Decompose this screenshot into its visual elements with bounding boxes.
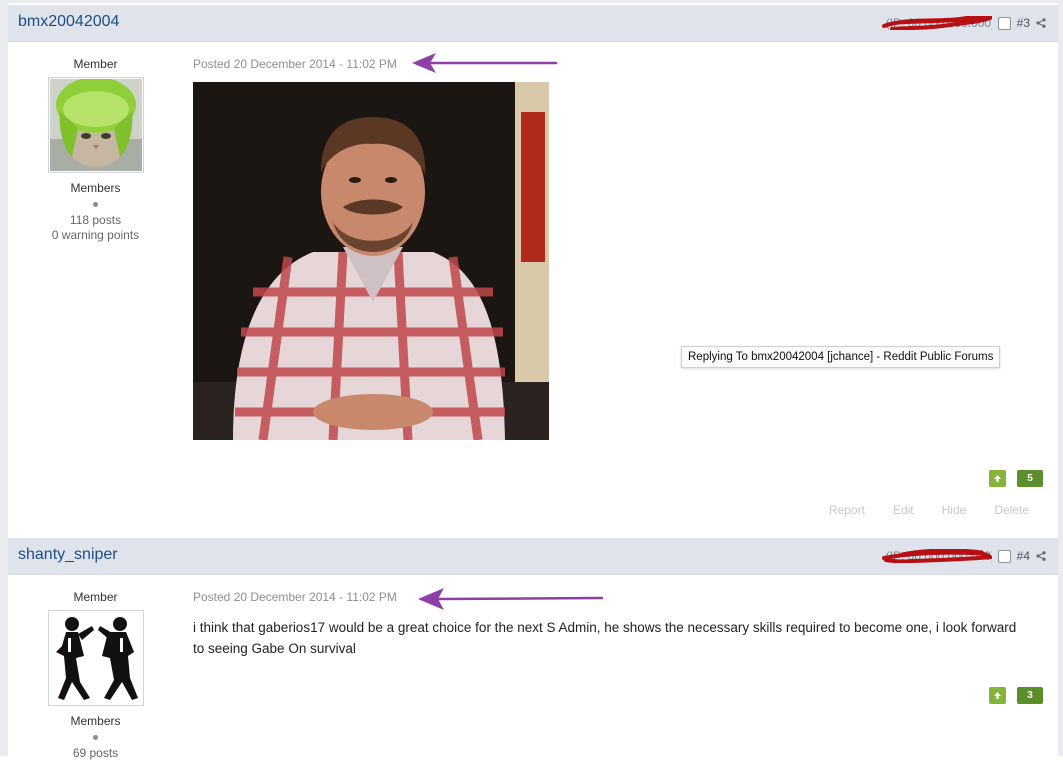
post-meta: (IP: 00.000.000.000) #3: [881, 16, 1046, 30]
avatar[interactable]: [47, 610, 144, 706]
frame-top: [0, 0, 1063, 3]
online-status-dot: [93, 735, 98, 740]
post-count: 118 posts: [69, 213, 122, 227]
reputation-count: 5: [1017, 470, 1043, 487]
post-controls: Report Edit Hide Delete: [829, 503, 1029, 517]
avatar[interactable]: [47, 77, 144, 173]
author-info-4: Member Members 69 posts: [8, 590, 183, 761]
author-title: Member: [73, 57, 118, 71]
thumbs-up-arrow-icon: [994, 692, 1001, 699]
post-number[interactable]: #4: [1017, 549, 1030, 563]
annotation-arrow: [412, 53, 558, 73]
report-link[interactable]: Report: [829, 503, 865, 517]
reputation-up-button[interactable]: [989, 470, 1006, 487]
post-username[interactable]: bmx20042004: [18, 13, 119, 31]
online-status-dot: [93, 202, 98, 207]
post-header-4: shanty_sniper (IP: 00.000.000.000) #4: [8, 538, 1058, 575]
post-header-3: bmx20042004 (IP: 00.000.000.000) #3: [8, 5, 1058, 42]
author-info-3: Member Members 118 posts 0 warning point…: [8, 57, 183, 243]
multiquote-checkbox[interactable]: [997, 16, 1011, 30]
post-username[interactable]: shanty_sniper: [18, 546, 118, 564]
tooltip: Replying To bmx20042004 [jchance] - Redd…: [681, 346, 1001, 368]
share-icon[interactable]: [1036, 18, 1046, 28]
post-number[interactable]: #3: [1017, 16, 1030, 30]
post-count: 69 posts: [72, 746, 119, 760]
redaction-scribble: [881, 16, 992, 30]
member-group: Members: [70, 714, 121, 728]
post-image[interactable]: [193, 82, 549, 440]
delete-link[interactable]: Delete: [994, 503, 1029, 517]
posted-date: Posted 20 December 2014 - 11:02 PM: [193, 590, 397, 604]
thumbs-up-arrow-icon: [994, 475, 1001, 482]
post-meta: (IP: 00.000.000.000) #4: [881, 549, 1046, 563]
ip-address-redacted: (IP: 00.000.000.000): [881, 16, 992, 30]
share-icon[interactable]: [1036, 551, 1046, 561]
annotation-arrow: [418, 588, 604, 610]
post-body: i think that gaberios17 would be a great…: [193, 620, 1017, 656]
reputation-count: 3: [1017, 687, 1043, 704]
hide-link[interactable]: Hide: [942, 503, 967, 517]
ip-address-redacted: (IP: 00.000.000.000): [881, 549, 992, 563]
warning-points: 0 warning points: [51, 228, 140, 242]
reputation-up-button[interactable]: [989, 687, 1006, 704]
author-title: Member: [73, 590, 118, 604]
multiquote-checkbox[interactable]: [997, 549, 1011, 563]
posted-date: Posted 20 December 2014 - 11:02 PM: [193, 57, 397, 71]
frame-right: [1058, 0, 1063, 756]
frame-left: [0, 0, 8, 756]
edit-link[interactable]: Edit: [893, 503, 914, 517]
redaction-scribble: [881, 549, 992, 563]
member-group: Members: [70, 181, 121, 195]
